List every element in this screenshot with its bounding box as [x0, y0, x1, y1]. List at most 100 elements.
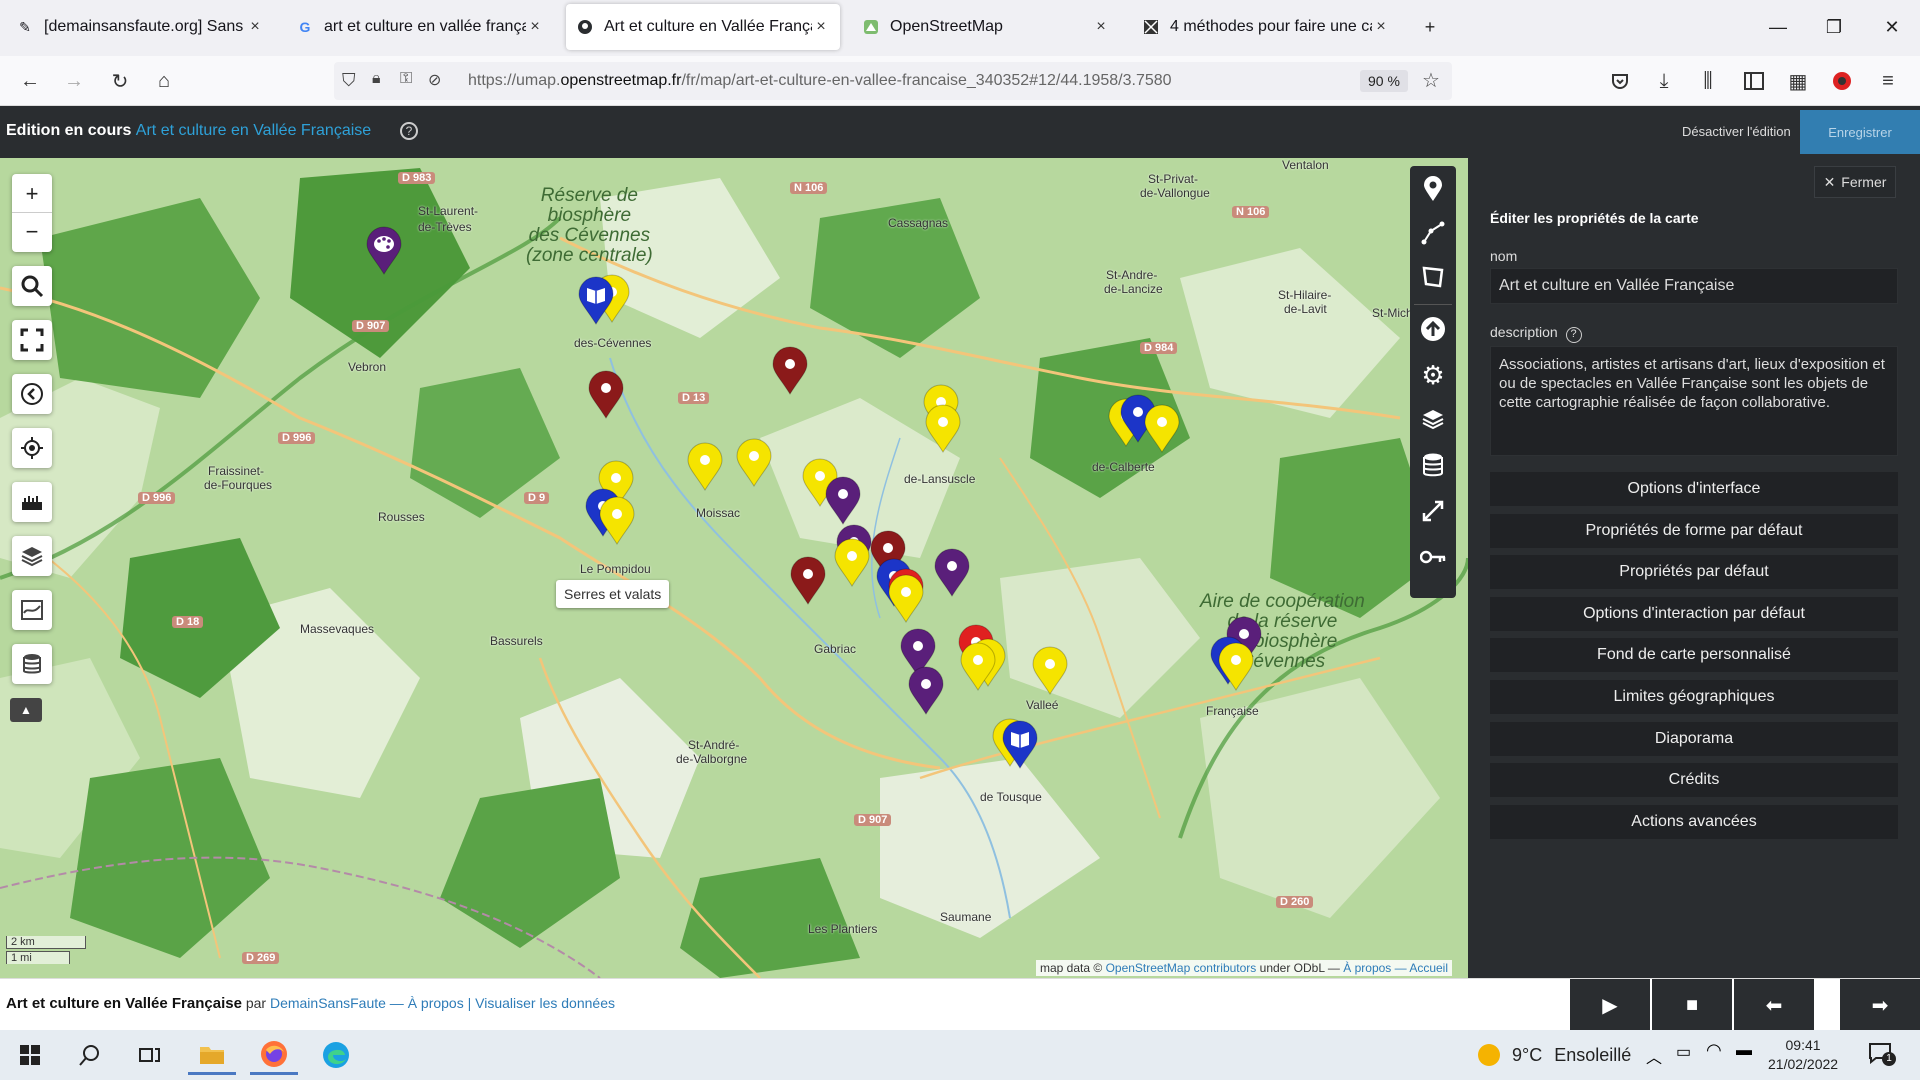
- map-settings-gear-icon[interactable]: ⚙: [1418, 360, 1448, 390]
- draw-polygon-icon[interactable]: [1418, 262, 1448, 292]
- map-marker[interactable]: [1030, 646, 1070, 696]
- slideshow-next-icon[interactable]: ➡: [1840, 979, 1920, 1031]
- system-clock[interactable]: 09:41 21/02/2022: [1768, 1036, 1838, 1074]
- wifi-icon[interactable]: ◠: [1706, 1040, 1722, 1061]
- tracking-icon[interactable]: ⊘: [428, 70, 441, 90]
- close-tab-icon[interactable]: ×: [246, 18, 264, 36]
- map-marker[interactable]: [1216, 642, 1256, 692]
- url-text[interactable]: https://umap.openstreetmap.fr/fr/map/art…: [468, 72, 1172, 90]
- file-explorer-icon[interactable]: [188, 1035, 236, 1075]
- disable-edit-button[interactable]: Désactiver l'édition: [1682, 124, 1791, 139]
- attribution-home-link[interactable]: Accueil: [1409, 961, 1448, 975]
- advanced-actions-button[interactable]: Actions avancées: [1490, 805, 1898, 839]
- map-tiles-icon[interactable]: [12, 590, 52, 630]
- zoom-in-icon[interactable]: +: [12, 175, 52, 213]
- new-tab-icon[interactable]: +: [1410, 10, 1450, 44]
- search-taskbar-icon[interactable]: [66, 1035, 114, 1075]
- close-tab-icon[interactable]: ×: [526, 18, 544, 36]
- tab-umap-active[interactable]: Art et culture en Vallée Françai ×: [566, 4, 840, 50]
- slideshow-play-icon[interactable]: ▶: [1570, 979, 1650, 1031]
- help-icon[interactable]: ?: [400, 122, 418, 140]
- permissions-key-icon[interactable]: [1418, 542, 1448, 572]
- slideshow-button[interactable]: Diaporama: [1490, 722, 1898, 756]
- back-icon[interactable]: ←: [14, 65, 46, 97]
- extensions-grid-icon[interactable]: ▦: [1782, 65, 1814, 97]
- map-marker[interactable]: [958, 642, 998, 692]
- map-marker[interactable]: [788, 556, 828, 606]
- permissions-icon[interactable]: ⚿: [400, 70, 412, 88]
- close-tab-icon[interactable]: ×: [1092, 18, 1110, 36]
- manage-layers-icon[interactable]: [1418, 404, 1448, 434]
- restore-icon[interactable]: ❐: [1814, 10, 1854, 44]
- default-shape-properties-button[interactable]: Propriétés de forme par défaut: [1490, 514, 1898, 548]
- osm-contributors-link[interactable]: OpenStreetMap contributors: [1106, 961, 1257, 975]
- map-marker[interactable]: [770, 346, 810, 396]
- fullscreen-icon[interactable]: [12, 320, 52, 360]
- tab-openstreetmap[interactable]: OpenStreetMap ×: [852, 4, 1120, 50]
- map-marker[interactable]: [832, 538, 872, 588]
- zoom-out-icon[interactable]: −: [12, 213, 52, 251]
- menu-icon[interactable]: ≡: [1872, 65, 1904, 97]
- embed-share-icon[interactable]: [12, 374, 52, 414]
- tab-demainsansfaute[interactable]: ✎ [demainsansfaute.org] Sans titre ×: [6, 4, 274, 50]
- layers-icon[interactable]: [12, 536, 52, 576]
- search-icon[interactable]: [12, 266, 52, 306]
- bookmark-star-icon[interactable]: ☆: [1422, 68, 1440, 93]
- pocket-icon[interactable]: [1604, 65, 1636, 97]
- library-icon[interactable]: ⫼: [1692, 65, 1724, 97]
- save-button[interactable]: Enregistrer: [1800, 110, 1920, 154]
- sidebar-icon[interactable]: [1738, 65, 1770, 97]
- map-marker[interactable]: [823, 476, 863, 526]
- map-marker[interactable]: [685, 442, 725, 492]
- windows-start-icon[interactable]: [6, 1035, 54, 1075]
- downloads-icon[interactable]: ⤓: [1648, 65, 1680, 97]
- import-data-icon[interactable]: [1418, 314, 1448, 344]
- close-tab-icon[interactable]: ×: [812, 18, 830, 36]
- close-panel-button[interactable]: ✕ Fermer: [1814, 166, 1896, 198]
- task-view-icon[interactable]: [126, 1035, 174, 1075]
- weather-widget[interactable]: 9°C Ensoleillé: [1478, 1044, 1631, 1066]
- map-marker[interactable]: [1142, 404, 1182, 454]
- map-marker[interactable]: [923, 404, 963, 454]
- description-help-icon[interactable]: ?: [1565, 327, 1582, 343]
- description-textarea[interactable]: Associations, artistes et artisans d'art…: [1490, 346, 1898, 456]
- minimize-icon[interactable]: —: [1758, 10, 1798, 44]
- draw-marker-icon[interactable]: [1418, 174, 1448, 204]
- geographic-limits-button[interactable]: Limites géographiques: [1490, 680, 1898, 714]
- map-marker[interactable]: [576, 276, 616, 326]
- default-interaction-options-button[interactable]: Options d'interaction par défaut: [1490, 597, 1898, 631]
- map-marker[interactable]: [932, 548, 972, 598]
- map-marker[interactable]: [597, 496, 637, 546]
- attribution-about-link[interactable]: À propos: [1343, 961, 1391, 975]
- battery-icon[interactable]: ▬: [1736, 1042, 1752, 1060]
- firefox-icon[interactable]: [250, 1035, 298, 1075]
- close-tab-icon[interactable]: ×: [1372, 18, 1390, 36]
- credits-button[interactable]: Crédits: [1490, 763, 1898, 797]
- map-name-link[interactable]: Art et culture en Vallée Française: [136, 122, 371, 139]
- map-marker[interactable]: [586, 370, 626, 420]
- forward-icon[interactable]: →: [58, 65, 90, 97]
- tab-wikihow[interactable]: 4 méthodes pour faire une captu ×: [1132, 4, 1400, 50]
- footer-author-link[interactable]: DemainSansFaute: [270, 995, 386, 1011]
- name-input[interactable]: Art et culture en Vallée Française: [1490, 268, 1898, 304]
- home-icon[interactable]: ⌂: [148, 65, 180, 97]
- interface-options-button[interactable]: Options d'interface: [1490, 472, 1898, 506]
- zoom-indicator[interactable]: 90 %: [1360, 70, 1408, 92]
- shield-icon[interactable]: ⛉: [342, 70, 356, 91]
- map-canvas[interactable]: Réserve de biosphère des Cévennes (zone cen…: [0, 158, 1468, 978]
- center-zoom-icon[interactable]: [1418, 496, 1448, 526]
- close-window-icon[interactable]: ✕: [1872, 10, 1912, 44]
- slideshow-previous-icon[interactable]: ⬅: [1734, 979, 1814, 1031]
- edge-icon[interactable]: [312, 1035, 360, 1075]
- tab-google-search[interactable]: G art et culture en vallée française ×: [286, 4, 554, 50]
- tray-chevron-icon[interactable]: ︿: [1646, 1044, 1662, 1068]
- url-bar[interactable]: ⛉ 🔒︎ ⚿ ⊘ https://umap.openstreetmap.fr/f…: [334, 62, 1452, 100]
- profile-extension-icon[interactable]: [1826, 65, 1858, 97]
- custom-background-button[interactable]: Fond de carte personnalisé: [1490, 638, 1898, 672]
- measure-icon[interactable]: [12, 482, 52, 522]
- reload-icon[interactable]: ↻: [104, 65, 136, 97]
- footer-view-data-link[interactable]: Visualiser les données: [475, 995, 615, 1011]
- map-marker[interactable]: [906, 666, 946, 716]
- footer-about-link[interactable]: À propos: [408, 995, 464, 1011]
- map-marker[interactable]: [364, 226, 404, 276]
